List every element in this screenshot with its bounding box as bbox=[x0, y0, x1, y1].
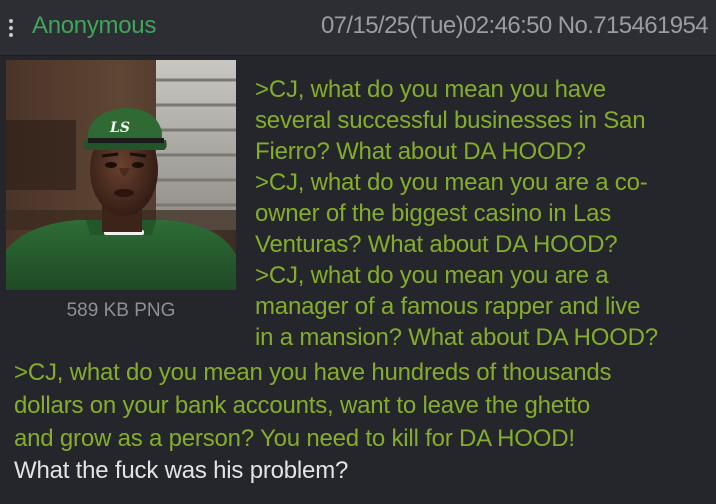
greentext-line: manager of a famous rapper and live bbox=[255, 293, 641, 320]
greentext-line: >CJ, what do you mean you have hundreds … bbox=[14, 359, 612, 386]
greentext-line: and grow as a person? You need to kill f… bbox=[14, 425, 575, 452]
greentext-line: in a mansion? What about DA HOOD? bbox=[255, 324, 658, 351]
post-meta: 07/15/25(Tue)02:46:50 No.715461954 bbox=[320, 12, 709, 40]
character-portrait-image: LS bbox=[6, 60, 236, 290]
greentext-line: several successful businesses in San bbox=[255, 107, 646, 134]
post-text-line: What the fuck was his problem? bbox=[14, 457, 349, 484]
greentext-line: dollars on your bank accounts, want to l… bbox=[14, 392, 591, 419]
greentext-line: >CJ, what do you mean you are a co- bbox=[255, 169, 648, 196]
greentext-line: >CJ, what do you mean you are a bbox=[255, 262, 609, 289]
greentext-line: Fierro? What about DA HOOD? bbox=[255, 138, 586, 165]
greentext-line: owner of the biggest casino in Las bbox=[255, 200, 612, 227]
file-info: 589 KB PNG bbox=[66, 300, 176, 321]
post-image-thumbnail[interactable]: LS bbox=[6, 60, 236, 290]
post-number-link[interactable]: No.715461954 bbox=[558, 12, 709, 39]
more-options-icon[interactable] bbox=[8, 15, 14, 41]
cap-logo: LS bbox=[109, 120, 130, 136]
greentext-line: Venturas? What about DA HOOD? bbox=[255, 231, 618, 258]
greentext-line: >CJ, what do you mean you have bbox=[255, 76, 606, 103]
post-header: Anonymous 07/15/25(Tue)02:46:50 No.71546… bbox=[0, 0, 716, 56]
post-datetime: 07/15/25(Tue)02:46:50 bbox=[320, 12, 552, 39]
poster-name: Anonymous bbox=[32, 12, 157, 39]
